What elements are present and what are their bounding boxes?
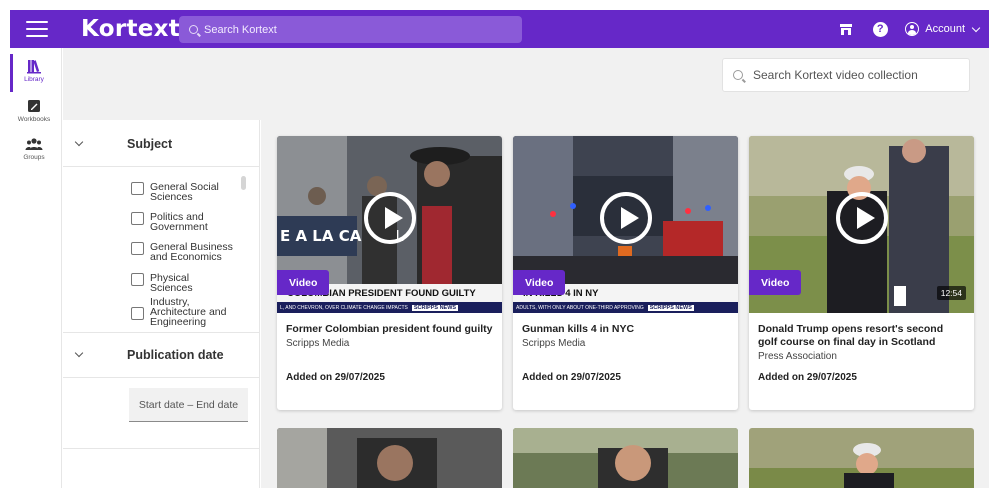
date-range-input[interactable]: Start date – End date — [129, 388, 248, 422]
divider — [63, 448, 260, 449]
subject-filter-title: Subject — [127, 137, 173, 151]
card-body: Donald Trump opens resort's second golf … — [749, 313, 974, 363]
video-source: Scripps Media — [286, 338, 350, 349]
video-source: Scripps Media — [522, 338, 586, 349]
rail-label-workbooks: Workbooks — [17, 116, 51, 123]
video-title[interactable]: Donald Trump opens resort's second golf … — [758, 323, 965, 349]
publication-date-filter-header[interactable]: Publication date — [63, 333, 260, 378]
video-type-badge: Video — [749, 270, 802, 295]
subject-option[interactable]: General Business and Economics — [131, 242, 234, 262]
subject-option[interactable]: General Social Sciences — [131, 182, 234, 202]
left-rail: Library Workbooks Groups — [10, 48, 62, 488]
chevron-down-icon — [971, 23, 981, 32]
subject-option-label: General Social Sciences — [150, 181, 219, 203]
top-bar-actions: ? Account — [837, 10, 981, 48]
news-ticker: ADULTS, WITH ONLY ABOUT ONE-THIRD APPROV… — [513, 302, 738, 313]
added-date: Added on 29/07/2025 — [286, 372, 385, 383]
checkbox[interactable] — [131, 307, 144, 320]
video-thumbnail[interactable]: IN KILLS 4 IN NY ADULTS, WITH ONLY ABOUT… — [513, 136, 738, 313]
video-title[interactable]: Former Colombian president found guilty — [286, 323, 493, 336]
app-frame: Kortext ? Account — [0, 0, 993, 488]
store-icon[interactable] — [837, 20, 855, 38]
added-date: Added on 29/07/2025 — [758, 372, 857, 383]
account-menu[interactable]: Account — [905, 22, 981, 36]
subject-option[interactable]: Physical Sciences — [131, 273, 234, 293]
filter-panel: Subject General Social Sciences Politics… — [63, 120, 260, 488]
video-card[interactable]: Video 12:54 Donald Trump opens resort's … — [749, 136, 974, 410]
video-card-peek[interactable] — [513, 428, 738, 488]
chevron-down-icon — [74, 348, 84, 358]
play-icon[interactable] — [599, 191, 652, 244]
rail-item-groups[interactable]: Groups — [10, 136, 58, 161]
collection-search-input[interactable] — [753, 68, 963, 82]
ticker-brand: SCRIPPS NEWS — [411, 304, 459, 311]
account-icon — [905, 22, 920, 36]
subject-scrollbar[interactable] — [241, 176, 246, 190]
publication-date-filter-title: Publication date — [127, 348, 224, 362]
rail-item-library[interactable]: Library — [10, 58, 58, 83]
ticker-brand: SCRIPPS NEWS — [647, 304, 694, 311]
subject-option[interactable]: Politics and Government — [131, 212, 234, 232]
video-duration: 12:54 — [936, 286, 966, 300]
subject-option-label: General Business and Economics — [150, 241, 233, 263]
subject-option-label: Physical Sciences — [150, 272, 193, 294]
video-title[interactable]: Gunman kills 4 in NYC — [522, 323, 729, 336]
video-type-badge: Video — [513, 270, 566, 295]
video-grid: E A LA CARCEL COLOMBIAN PRESIDENT FOUND … — [261, 120, 989, 488]
added-date: Added on 29/07/2025 — [522, 372, 621, 383]
video-thumbnail[interactable]: Video 12:54 — [749, 136, 974, 313]
global-search-input[interactable] — [204, 23, 504, 36]
video-card-peek[interactable] — [749, 428, 974, 488]
rail-label-groups: Groups — [23, 154, 45, 161]
subject-filter-header[interactable]: Subject — [63, 122, 260, 167]
video-thumbnail[interactable]: E A LA CARCEL COLOMBIAN PRESIDENT FOUND … — [277, 136, 502, 313]
account-label: Account — [925, 23, 965, 35]
library-icon — [27, 60, 41, 74]
subject-option-label: Politics and Government — [150, 211, 208, 233]
ticker-text: L, AND CHEVRON, OVER CLIMATE CHANGE IMPA… — [280, 304, 408, 311]
top-bar: Kortext ? Account — [10, 10, 989, 48]
rail-label-library: Library — [24, 76, 44, 83]
play-icon[interactable] — [363, 191, 416, 244]
video-card[interactable]: IN KILLS 4 IN NY ADULTS, WITH ONLY ABOUT… — [513, 136, 738, 410]
checkbox[interactable] — [131, 242, 144, 255]
menu-icon[interactable] — [26, 21, 48, 37]
checkbox[interactable] — [131, 182, 144, 195]
help-icon[interactable]: ? — [871, 20, 889, 38]
chevron-down-icon — [74, 137, 84, 147]
checkbox[interactable] — [131, 273, 144, 286]
collection-search[interactable] — [722, 58, 970, 92]
video-type-badge: Video — [277, 270, 330, 295]
play-icon[interactable] — [835, 191, 888, 244]
workbook-icon — [28, 100, 40, 112]
kortext-logo[interactable]: Kortext — [81, 16, 180, 42]
subject-option-label: Industry, Architecture and Engineering — [150, 296, 227, 328]
subject-options[interactable]: General Social Sciences Politics and Gov… — [63, 166, 260, 333]
subject-option[interactable]: Industry, Architecture and Engineering — [131, 297, 234, 327]
search-icon — [189, 25, 198, 34]
groups-icon — [25, 138, 43, 150]
rail-item-workbooks[interactable]: Workbooks — [10, 98, 58, 123]
checkbox[interactable] — [131, 212, 144, 225]
news-ticker: L, AND CHEVRON, OVER CLIMATE CHANGE IMPA… — [277, 302, 502, 313]
search-icon — [733, 70, 743, 80]
card-body: Gunman kills 4 in NYC Scripps Media — [513, 313, 738, 350]
global-search[interactable] — [179, 16, 522, 43]
video-card-peek[interactable] — [277, 428, 502, 488]
card-body: Former Colombian president found guilty … — [277, 313, 502, 350]
ticker-text: ADULTS, WITH ONLY ABOUT ONE-THIRD APPROV… — [516, 304, 644, 311]
video-card[interactable]: E A LA CARCEL COLOMBIAN PRESIDENT FOUND … — [277, 136, 502, 410]
video-source: Press Association — [758, 351, 837, 362]
